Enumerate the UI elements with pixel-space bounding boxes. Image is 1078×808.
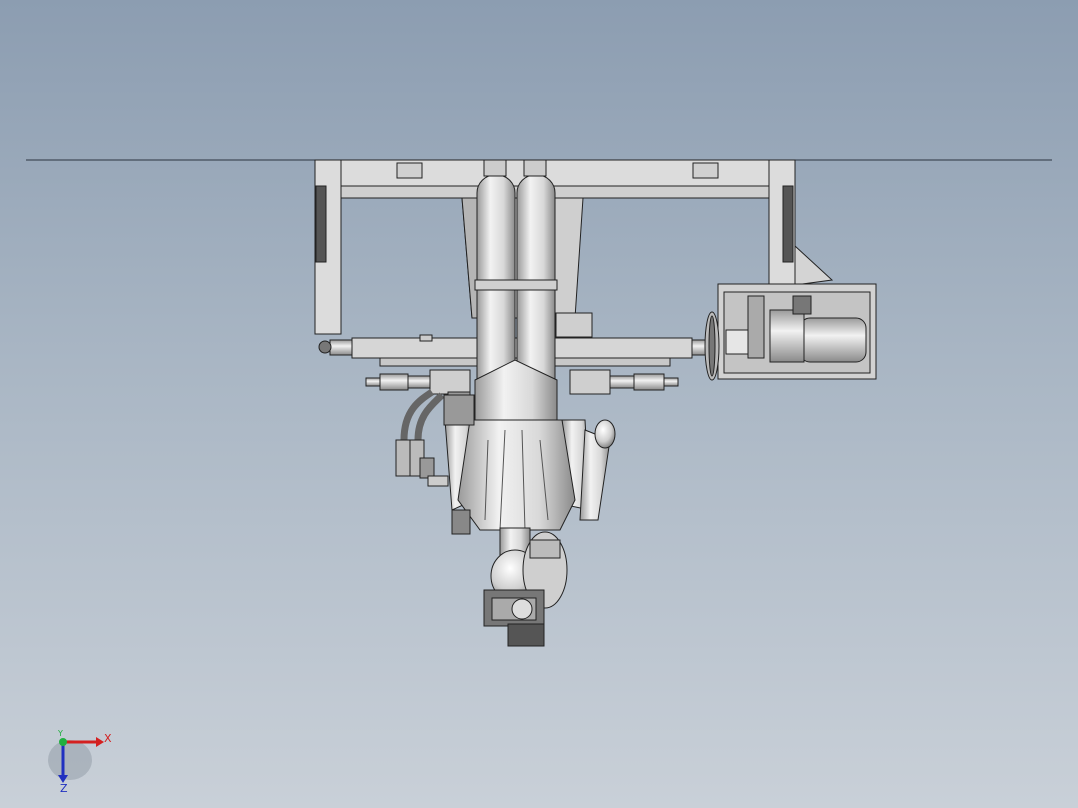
y-axis-dot [59, 738, 67, 746]
robot-wrist [483, 527, 568, 647]
coordinate-triad [48, 737, 104, 783]
cable-hoses [395, 389, 449, 487]
y-axis-label: Y [58, 729, 63, 738]
assembly-drawing[interactable] [0, 0, 1078, 808]
z-axis-label: Z [60, 782, 68, 795]
cad-viewport[interactable]: X Y Z [0, 0, 1078, 808]
x-axis-label: X [104, 732, 112, 745]
motor-housing [704, 283, 877, 381]
